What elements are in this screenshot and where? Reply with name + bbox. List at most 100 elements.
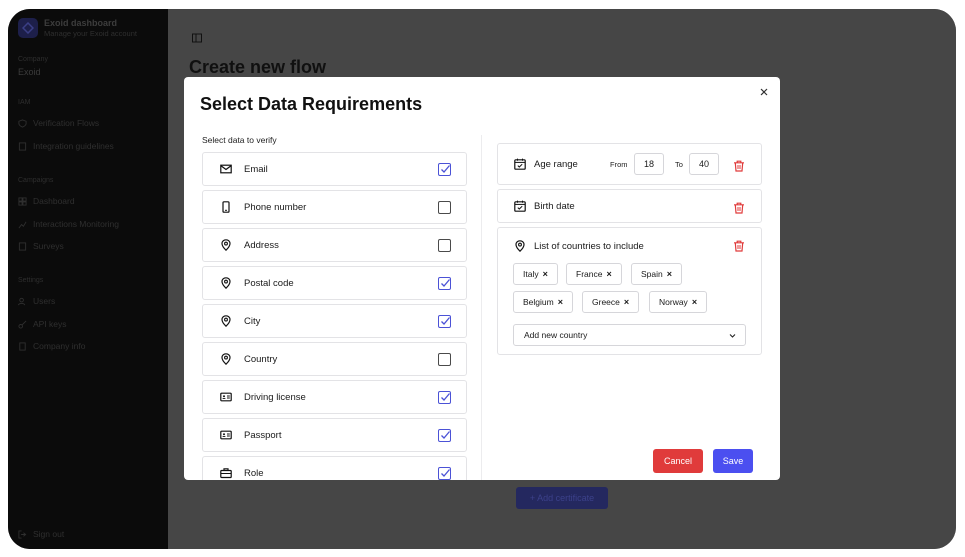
remove-chip-belgium[interactable]: × xyxy=(558,297,563,307)
briefcase-icon xyxy=(220,467,232,479)
checkbox-country[interactable] xyxy=(438,353,451,366)
page-title: Create new flow xyxy=(189,57,327,77)
app-window: Exoid dashboard Manage your Exoid accoun… xyxy=(8,9,956,549)
checkbox-passport[interactable] xyxy=(438,429,451,442)
chip-norway: Norway × xyxy=(649,291,708,313)
sidebar-item-api-keys[interactable]: API keys xyxy=(18,319,67,329)
chip-label: Norway xyxy=(659,297,688,307)
sign-out-button[interactable]: Sign out xyxy=(18,529,64,539)
add-country-select[interactable]: Add new country xyxy=(513,324,746,346)
chip-label: France xyxy=(576,269,603,279)
remove-chip-spain[interactable]: × xyxy=(667,269,672,279)
column-divider xyxy=(481,135,482,480)
section-label-iam: IAM xyxy=(18,99,31,106)
remove-chip-greece[interactable]: × xyxy=(624,297,629,307)
close-button[interactable] xyxy=(758,86,770,98)
remove-chip-italy[interactable]: × xyxy=(543,269,548,279)
cancel-button[interactable]: Cancel xyxy=(653,449,703,473)
company-name[interactable]: Exoid xyxy=(18,67,41,77)
countries-card: List of countries to include Italy × Fran… xyxy=(497,227,762,355)
brand-title: Exoid dashboard xyxy=(44,18,118,28)
trash-icon xyxy=(734,160,744,172)
mail-icon xyxy=(220,163,232,175)
shield-icon xyxy=(18,118,27,128)
sidebar-item-label: Users xyxy=(33,296,56,306)
location-pin-icon xyxy=(220,277,232,289)
checkbox-role[interactable] xyxy=(438,467,451,480)
item-label: Passport xyxy=(244,429,282,441)
save-button[interactable]: Save xyxy=(713,449,753,473)
logout-icon xyxy=(18,529,27,539)
checkbox-address[interactable] xyxy=(438,239,451,252)
check-icon xyxy=(441,431,450,439)
chart-icon xyxy=(18,221,27,228)
sidebar-item-label: Surveys xyxy=(33,241,64,251)
birth-date-card: Birth date xyxy=(497,189,762,223)
delete-age-range-button[interactable] xyxy=(733,159,745,172)
sidebar-item-surveys[interactable]: Surveys xyxy=(18,241,64,251)
sidebar-item-integration-guidelines[interactable]: Integration guidelines xyxy=(18,141,114,151)
chip-label: Greece xyxy=(592,297,620,307)
to-label: To xyxy=(675,160,683,169)
item-label: Address xyxy=(244,239,279,251)
calendar-check-icon xyxy=(514,158,526,170)
remove-chip-norway[interactable]: × xyxy=(692,297,697,307)
remove-chip-france[interactable]: × xyxy=(606,269,611,279)
list-item-phone-number[interactable]: Phone number xyxy=(202,190,467,224)
calendar-check-icon xyxy=(514,200,526,212)
list-item-address[interactable]: Address xyxy=(202,228,467,262)
sidebar-toggle-icon[interactable] xyxy=(192,33,202,43)
sidebar-item-verification-flows[interactable]: Verification Flows xyxy=(18,118,99,128)
sidebar-item-label: Company info xyxy=(33,341,86,351)
sidebar-item-users[interactable]: Users xyxy=(18,296,55,306)
sidebar-item-label: Verification Flows xyxy=(33,118,100,128)
list-item-city[interactable]: City xyxy=(202,304,467,338)
list-item-passport[interactable]: Passport xyxy=(202,418,467,452)
brand-subtitle: Manage your Exoid account xyxy=(44,29,137,38)
countries-header: List of countries to include xyxy=(514,240,644,252)
chevron-down-icon xyxy=(729,334,736,338)
checkbox-city[interactable] xyxy=(438,315,451,328)
list-item-driving-license[interactable]: Driving license xyxy=(202,380,467,414)
chip-italy: Italy × xyxy=(513,263,558,285)
sidebar-item-company-info[interactable]: Company info xyxy=(18,341,85,351)
checkbox-postal-code[interactable] xyxy=(438,277,451,290)
delete-countries-button[interactable] xyxy=(733,239,745,252)
item-label: Postal code xyxy=(244,277,294,289)
location-pin-icon xyxy=(220,239,232,251)
delete-birth-date-button[interactable] xyxy=(733,201,745,214)
sidebar-item-label: API keys xyxy=(33,319,67,329)
checkbox-driving-license[interactable] xyxy=(438,391,451,404)
survey-icon xyxy=(18,241,27,251)
age-from-input[interactable]: 18 xyxy=(634,153,664,175)
sidebar-item-dashboard[interactable]: Dashboard xyxy=(18,196,75,206)
chip-belgium: Belgium × xyxy=(513,291,573,313)
list-item-role[interactable]: Role xyxy=(202,456,467,480)
list-item-country[interactable]: Country xyxy=(202,342,467,376)
list-item-email[interactable]: Email xyxy=(202,152,467,186)
from-label: From xyxy=(610,160,628,169)
check-icon xyxy=(441,317,450,325)
checkbox-phone-number[interactable] xyxy=(438,201,451,214)
item-label: City xyxy=(244,315,261,327)
item-label: Email xyxy=(244,163,268,175)
chip-france: France × xyxy=(566,263,622,285)
age-to-input[interactable]: 40 xyxy=(689,153,719,175)
list-item-postal-code[interactable]: Postal code xyxy=(202,266,467,300)
add-certificate-button[interactable]: + Add certificate xyxy=(516,487,608,509)
brand-logo-icon xyxy=(18,18,38,38)
item-label: Driving license xyxy=(244,391,306,403)
checkbox-email[interactable] xyxy=(438,163,451,176)
chip-spain: Spain × xyxy=(631,263,683,285)
id-card-icon xyxy=(220,391,232,403)
phone-icon xyxy=(220,201,232,213)
countries-label: List of countries to include xyxy=(534,240,644,252)
section-label-settings: Settings xyxy=(18,277,44,284)
trash-icon xyxy=(734,240,744,252)
chip-label: Spain xyxy=(641,269,663,279)
close-icon xyxy=(760,88,768,96)
sidebar: Exoid dashboard Manage your Exoid accoun… xyxy=(8,9,168,549)
add-country-placeholder: Add new country xyxy=(524,330,588,340)
sidebar-item-interactions-monitoring[interactable]: Interactions Monitoring xyxy=(18,219,119,229)
brand: Exoid dashboard Manage your Exoid accoun… xyxy=(18,18,137,38)
